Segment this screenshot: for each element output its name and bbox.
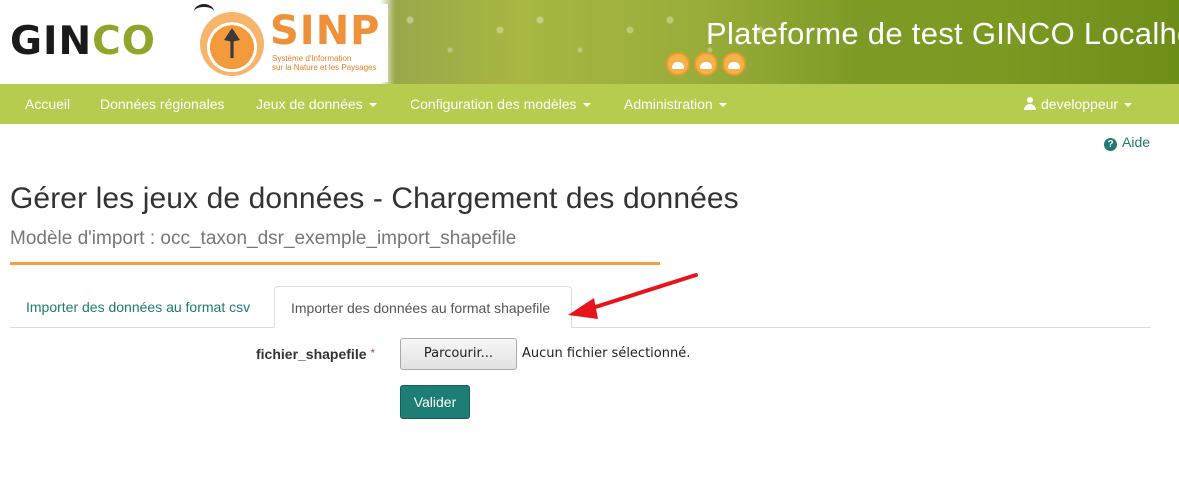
- field-label-text: fichier_shapefile: [256, 346, 367, 362]
- chevron-down-icon: [368, 103, 377, 108]
- chevron-down-icon: [1124, 103, 1133, 108]
- badge-group: [666, 52, 746, 76]
- ginco-logo-text: GIN: [10, 19, 93, 64]
- nav-item-label: Administration: [624, 96, 713, 112]
- sinp-logo-subtitle: Système d'Information sur la Nature et l…: [272, 54, 382, 72]
- ginco-logo-accent: CO: [92, 19, 156, 64]
- submit-button[interactable]: Valider: [400, 385, 470, 419]
- nav-item-jeux-de-donnees[interactable]: Jeux de données: [256, 84, 377, 124]
- animal-badge-icon: [722, 52, 746, 76]
- nav-item-administration[interactable]: Administration: [624, 84, 727, 124]
- nav-item-donnees-regionales[interactable]: Données régionales: [100, 84, 225, 124]
- sinp-logo-text: SINP: [270, 8, 381, 54]
- sinp-logo: SINP Système d'Information sur la Nature…: [188, 4, 388, 82]
- page-subtitle: Modèle d'import : occ_taxon_dsr_exemple_…: [10, 228, 517, 249]
- header-banner: GINCO SINP Système d'Information sur la …: [0, 0, 1179, 84]
- bird-icon: [194, 4, 214, 19]
- sinp-subtitle-line-2: sur la Nature et les Paysages: [272, 63, 377, 72]
- browse-file-button[interactable]: Parcourir...: [400, 338, 517, 370]
- page-title: Gérer les jeux de données - Chargement d…: [10, 182, 739, 215]
- mountain-badge-icon: [694, 52, 718, 76]
- tabs-baseline: [10, 327, 1151, 328]
- landscape-badge-icon: [666, 52, 690, 76]
- nav-item-label: Jeux de données: [256, 96, 363, 112]
- nav-item-label: Accueil: [25, 96, 71, 112]
- required-marker: *: [370, 346, 376, 360]
- nav-item-accueil[interactable]: Accueil: [25, 84, 70, 124]
- nav-item-label: Données régionales: [100, 96, 225, 112]
- user-icon: [1024, 97, 1036, 110]
- site-title: Plateforme de test GINCO Localhost: [706, 16, 1179, 51]
- help-link[interactable]: ? Aide: [1104, 134, 1150, 151]
- nav-item-label: Configuration des modèles: [410, 96, 577, 112]
- file-status-text: Aucun fichier sélectionné.: [522, 346, 691, 361]
- main-navbar: Accueil Données régionales Jeux de donné…: [0, 84, 1179, 124]
- title-divider: [10, 262, 660, 265]
- annotation-arrow-icon: [568, 273, 698, 319]
- help-label: Aide: [1122, 134, 1151, 150]
- nav-item-configuration-modeles[interactable]: Configuration des modèles: [410, 84, 591, 124]
- tab-import-csv[interactable]: Importer des données au format csv: [10, 286, 266, 327]
- ginco-logo[interactable]: GINCO: [10, 22, 156, 62]
- tab-import-shapefile[interactable]: Importer des données au format shapefile: [274, 286, 572, 328]
- chevron-down-icon: [582, 103, 591, 108]
- user-name: developpeur: [1041, 96, 1119, 112]
- question-circle-icon: ?: [1104, 138, 1117, 151]
- shapefile-field-label: fichier_shapefile *: [256, 346, 375, 362]
- nav-user-menu[interactable]: developpeur: [1024, 84, 1133, 124]
- chevron-down-icon: [718, 103, 727, 108]
- sinp-subtitle-line-1: Système d'Information: [272, 54, 352, 63]
